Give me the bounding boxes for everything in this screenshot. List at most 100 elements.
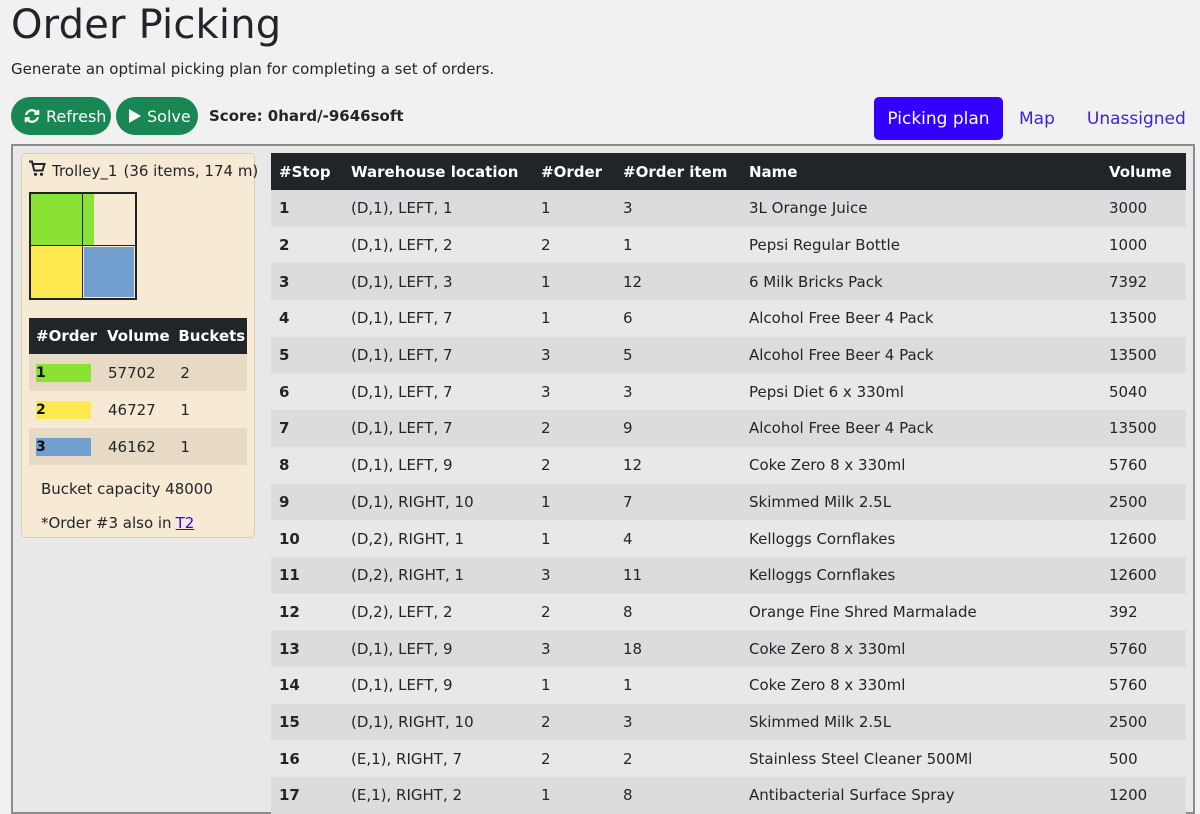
order-item: 7 — [615, 483, 741, 521]
warehouse-location: (D,1), LEFT, 7 — [343, 300, 533, 337]
order-number: 3 — [533, 373, 615, 411]
warehouse-location: (D,1), LEFT, 7 — [343, 336, 533, 374]
order-number: 2 — [533, 593, 615, 631]
tab-unassigned[interactable]: Unassigned — [1071, 97, 1200, 140]
order-color-swatch: 1 — [36, 363, 91, 382]
table-row: 4 (D,1), LEFT, 7 1 6 Alcohol Free Beer 4 Pac… — [271, 300, 1186, 337]
item-name: Orange Fine Shred Marmalade — [741, 593, 1101, 631]
warehouse-location: (D,1), LEFT, 7 — [343, 410, 533, 447]
table-row: 14 (D,1), LEFT, 9 1 1 Coke Zero 8 x 330ml 576… — [271, 666, 1186, 704]
item-volume: 392 — [1101, 593, 1186, 631]
stop-number: 5 — [271, 336, 343, 374]
page-title: Order Picking — [11, 2, 282, 48]
solve-button[interactable]: Solve — [116, 97, 198, 135]
refresh-button[interactable]: Refresh — [11, 97, 111, 135]
item-name: Alcohol Free Beer 4 Pack — [741, 336, 1101, 374]
col-volume: Volume — [1101, 153, 1186, 190]
item-name: 6 Milk Bricks Pack — [741, 263, 1101, 301]
order-item: 4 — [615, 520, 741, 557]
table-row: 3 (D,1), LEFT, 3 1 12 6 Milk Bricks Pack 7392 — [271, 263, 1186, 301]
warehouse-location: (D,1), LEFT, 7 — [343, 373, 533, 411]
refresh-label: Refresh — [46, 106, 107, 126]
item-name: 3L Orange Juice — [741, 190, 1101, 227]
item-volume: 2500 — [1101, 483, 1186, 521]
order-item: 3 — [615, 190, 741, 227]
stop-number: 3 — [271, 263, 343, 301]
table-row: 13 (D,1), LEFT, 9 3 18 Coke Zero 8 x 330ml 57… — [271, 630, 1186, 667]
view-tabs: Picking plan Map Unassigned — [874, 97, 1200, 140]
col-name: Name — [741, 153, 1101, 190]
col-order-item: #Order item — [615, 153, 741, 190]
warehouse-location: (E,1), RIGHT, 2 — [343, 777, 533, 814]
warehouse-location: (D,1), LEFT, 3 — [343, 263, 533, 301]
order-buckets: 2 — [171, 354, 247, 391]
item-name: Stainless Steel Cleaner 500Ml — [741, 740, 1101, 777]
item-volume: 12600 — [1101, 520, 1186, 557]
item-volume: 2500 — [1101, 703, 1186, 741]
stop-number: 12 — [271, 593, 343, 631]
order-item: 3 — [615, 373, 741, 411]
col-warehouse-location: Warehouse location — [343, 153, 533, 190]
order-number: 1 — [533, 520, 615, 557]
item-name: Antibacterial Surface Spray — [741, 777, 1101, 814]
order-number: 1 — [533, 263, 615, 301]
table-row: 17 (E,1), RIGHT, 2 1 8 Antibacterial Surface… — [271, 777, 1186, 814]
item-name: Coke Zero 8 x 330ml — [741, 666, 1101, 704]
warehouse-location: (D,1), RIGHT, 10 — [343, 483, 533, 521]
stop-number: 17 — [271, 777, 343, 814]
col-volume: Volume — [100, 318, 172, 354]
solve-label: Solve — [147, 106, 191, 126]
order-number: 2 — [533, 446, 615, 484]
trolley-name: Trolley_1 — [52, 161, 118, 180]
col-order: #Order — [29, 318, 100, 354]
table-row: 1 (D,1), LEFT, 1 1 3 3L Orange Juice 3000 — [271, 190, 1186, 227]
col-buckets: Buckets — [171, 318, 247, 354]
trolley-t2-link[interactable]: T2 — [176, 514, 195, 532]
order-also-in-note: *Order #3 also in T2 — [41, 514, 194, 532]
order-number: 2 — [533, 226, 615, 264]
order-buckets: 1 — [171, 428, 247, 465]
item-volume: 12600 — [1101, 556, 1186, 594]
order-item: 6 — [615, 300, 741, 337]
item-volume: 1200 — [1101, 777, 1186, 814]
bucket-3-fill — [84, 247, 134, 297]
table-row: 7 (D,1), LEFT, 7 2 9 Alcohol Free Beer 4 Pac… — [271, 410, 1186, 447]
table-row: 10 (D,2), RIGHT, 1 1 4 Kelloggs Cornflakes 12… — [271, 520, 1186, 557]
order-number: 2 — [533, 410, 615, 447]
table-row: 15 (D,1), RIGHT, 10 2 3 Skimmed Milk 2.5L 250… — [271, 703, 1186, 741]
bucket-1a — [30, 193, 83, 246]
stop-number: 13 — [271, 630, 343, 667]
item-name: Alcohol Free Beer 4 Pack — [741, 410, 1101, 447]
item-volume: 500 — [1101, 740, 1186, 777]
item-name: Pepsi Diet 6 x 330ml — [741, 373, 1101, 411]
table-row: 9 (D,1), RIGHT, 10 1 7 Skimmed Milk 2.5L 2500 — [271, 483, 1186, 521]
trolley-summary: (36 items, 174 m) — [123, 161, 259, 180]
item-volume: 5760 — [1101, 666, 1186, 704]
tab-picking-plan[interactable]: Picking plan — [874, 97, 1003, 140]
order-item: 1 — [615, 666, 741, 704]
warehouse-location: (D,1), LEFT, 9 — [343, 630, 533, 667]
order-number: 3 — [533, 630, 615, 667]
warehouse-location: (D,1), LEFT, 9 — [343, 446, 533, 484]
item-volume: 3000 — [1101, 190, 1186, 227]
warehouse-location: (D,1), LEFT, 9 — [343, 666, 533, 704]
order-number: 1 — [533, 190, 615, 227]
table-row: 8 (D,1), LEFT, 9 2 12 Coke Zero 8 x 330ml 576… — [271, 446, 1186, 484]
bucket-1b-fill — [83, 194, 94, 245]
tab-map[interactable]: Map — [1003, 97, 1071, 140]
stop-number: 1 — [271, 190, 343, 227]
order-item: 12 — [615, 446, 741, 484]
order-item: 8 — [615, 593, 741, 631]
page-subtitle: Generate an optimal picking plan for com… — [11, 60, 495, 78]
stop-number: 4 — [271, 300, 343, 337]
bucket-capacity: Bucket capacity 48000 — [41, 480, 213, 498]
stop-number: 6 — [271, 373, 343, 411]
item-volume: 5760 — [1101, 630, 1186, 667]
stop-number: 16 — [271, 740, 343, 777]
item-name: Coke Zero 8 x 330ml — [741, 630, 1101, 667]
item-name: Skimmed Milk 2.5L — [741, 703, 1101, 741]
table-row: 16 (E,1), RIGHT, 7 2 2 Stainless Steel Clean… — [271, 740, 1186, 777]
refresh-icon — [23, 107, 41, 125]
order-color-swatch: 3 — [36, 437, 91, 456]
item-name: Kelloggs Cornflakes — [741, 556, 1101, 594]
